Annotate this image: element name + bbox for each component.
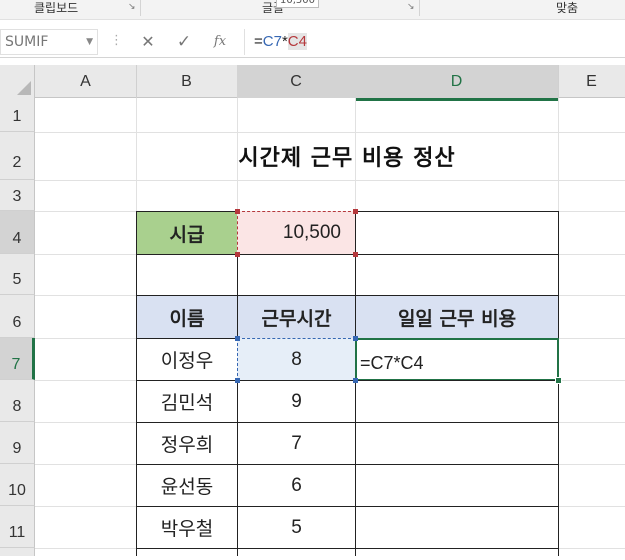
row-header-10[interactable]: 10 [0, 464, 35, 506]
fill-handle[interactable] [555, 377, 562, 384]
formula-ref-c7: C7 [262, 33, 282, 50]
column-header-bar: A B C D E [0, 65, 625, 101]
formula-text: =C7*C4 [254, 33, 307, 50]
cell-d4[interactable] [355, 211, 559, 255]
row-header-4[interactable]: 4 [0, 211, 35, 254]
row-header-9[interactable]: 9 [0, 422, 35, 464]
header-name-cell[interactable]: 이름 [136, 295, 238, 339]
row-header-2[interactable]: 2 [0, 132, 35, 180]
employee-hours-cell[interactable]: 5 [237, 506, 356, 549]
resize-handle[interactable] [353, 209, 358, 214]
employee-name-cell[interactable]: 윤선동 [136, 464, 238, 507]
clipboard-launcher-icon[interactable]: ↘ [128, 3, 137, 12]
font-launcher-icon[interactable]: ↘ [407, 3, 416, 12]
cell-b12[interactable] [136, 548, 238, 556]
cell-c12[interactable] [237, 548, 356, 556]
row-header-6[interactable]: 6 [0, 295, 35, 338]
wage-label-cell[interactable]: 시급 [136, 211, 238, 255]
cell-c5[interactable] [237, 254, 356, 296]
cell-d5[interactable] [355, 254, 559, 296]
row-header-8[interactable]: 8 [0, 380, 35, 422]
employee-name-cell[interactable]: 정우희 [136, 422, 238, 465]
active-cell-d7[interactable]: =C7*C4 [355, 338, 559, 381]
employee-cost-cell[interactable] [355, 422, 559, 465]
header-hours-cell[interactable]: 근무시간 [237, 295, 356, 339]
employee-hours-cell[interactable]: 8 [237, 338, 356, 381]
resize-handle[interactable] [235, 252, 240, 257]
resize-handle[interactable] [235, 378, 240, 383]
insert-function-icon[interactable]: fx [206, 30, 234, 54]
column-header-e[interactable]: E [558, 65, 625, 98]
resize-handle[interactable] [353, 378, 358, 383]
ribbon-group-alignment[interactable]: 맞춤 [556, 0, 578, 16]
cell-d12[interactable] [355, 548, 559, 556]
cell-b5[interactable] [136, 254, 238, 296]
employee-cost-cell[interactable] [355, 464, 559, 507]
employee-cost-cell[interactable] [355, 506, 559, 549]
resize-handle[interactable] [235, 336, 240, 341]
value-tooltip: 10,500 [276, 0, 319, 8]
ribbon-divider [140, 0, 141, 16]
resize-handle[interactable] [235, 209, 240, 214]
sheet-title[interactable]: 시간제 근무 비용 정산 [136, 132, 558, 180]
row-header-5[interactable]: 5 [0, 254, 35, 295]
ribbon-group-clipboard[interactable]: 클립보드 [34, 0, 78, 16]
resize-handle[interactable] [353, 336, 358, 341]
employee-hours-cell[interactable]: 6 [237, 464, 356, 507]
row-header-1[interactable]: 1 [0, 98, 35, 132]
row-header-12[interactable] [0, 548, 35, 556]
formula-operator: * [281, 33, 288, 50]
ribbon-group-labels: 클립보드 ↘ 글꼴 10,500 ↘ 맞춤 [0, 0, 625, 20]
select-all-corner[interactable] [0, 65, 35, 98]
employee-cost-cell[interactable] [355, 380, 559, 423]
row-header-3[interactable]: 3 [0, 180, 35, 211]
column-header-d[interactable]: D [355, 65, 559, 101]
chevron-down-icon[interactable]: ▼ [86, 37, 93, 47]
name-box[interactable]: SUMIF ▼ [0, 29, 98, 55]
employee-hours-cell[interactable]: 7 [237, 422, 356, 465]
column-header-c[interactable]: C [237, 65, 356, 98]
employee-hours-cell[interactable]: 9 [237, 380, 356, 423]
more-dots-icon[interactable]: ⋮ [110, 33, 123, 48]
cancel-icon[interactable]: ✕ [134, 30, 162, 54]
wage-value-cell[interactable]: 10,500 [237, 211, 356, 255]
row-header-7[interactable]: 7 [0, 338, 35, 380]
employee-name-cell[interactable]: 김민석 [136, 380, 238, 423]
enter-icon[interactable]: ✓ [170, 30, 198, 54]
row-header-11[interactable]: 11 [0, 506, 35, 548]
employee-name-cell[interactable]: 이정우 [136, 338, 238, 381]
formula-prefix: = [254, 33, 263, 50]
header-cost-cell[interactable]: 일일 근무 비용 [355, 295, 559, 339]
column-header-b[interactable]: B [136, 65, 238, 98]
column-header-a[interactable]: A [35, 65, 137, 98]
resize-handle[interactable] [353, 252, 358, 257]
employee-name-cell[interactable]: 박우철 [136, 506, 238, 549]
select-all-icon [17, 81, 31, 95]
name-box-value: SUMIF [5, 34, 49, 50]
formula-ref-c4: C4 [287, 33, 307, 50]
ribbon-divider [419, 0, 420, 16]
formula-input[interactable]: =C7*C4 [244, 29, 625, 55]
